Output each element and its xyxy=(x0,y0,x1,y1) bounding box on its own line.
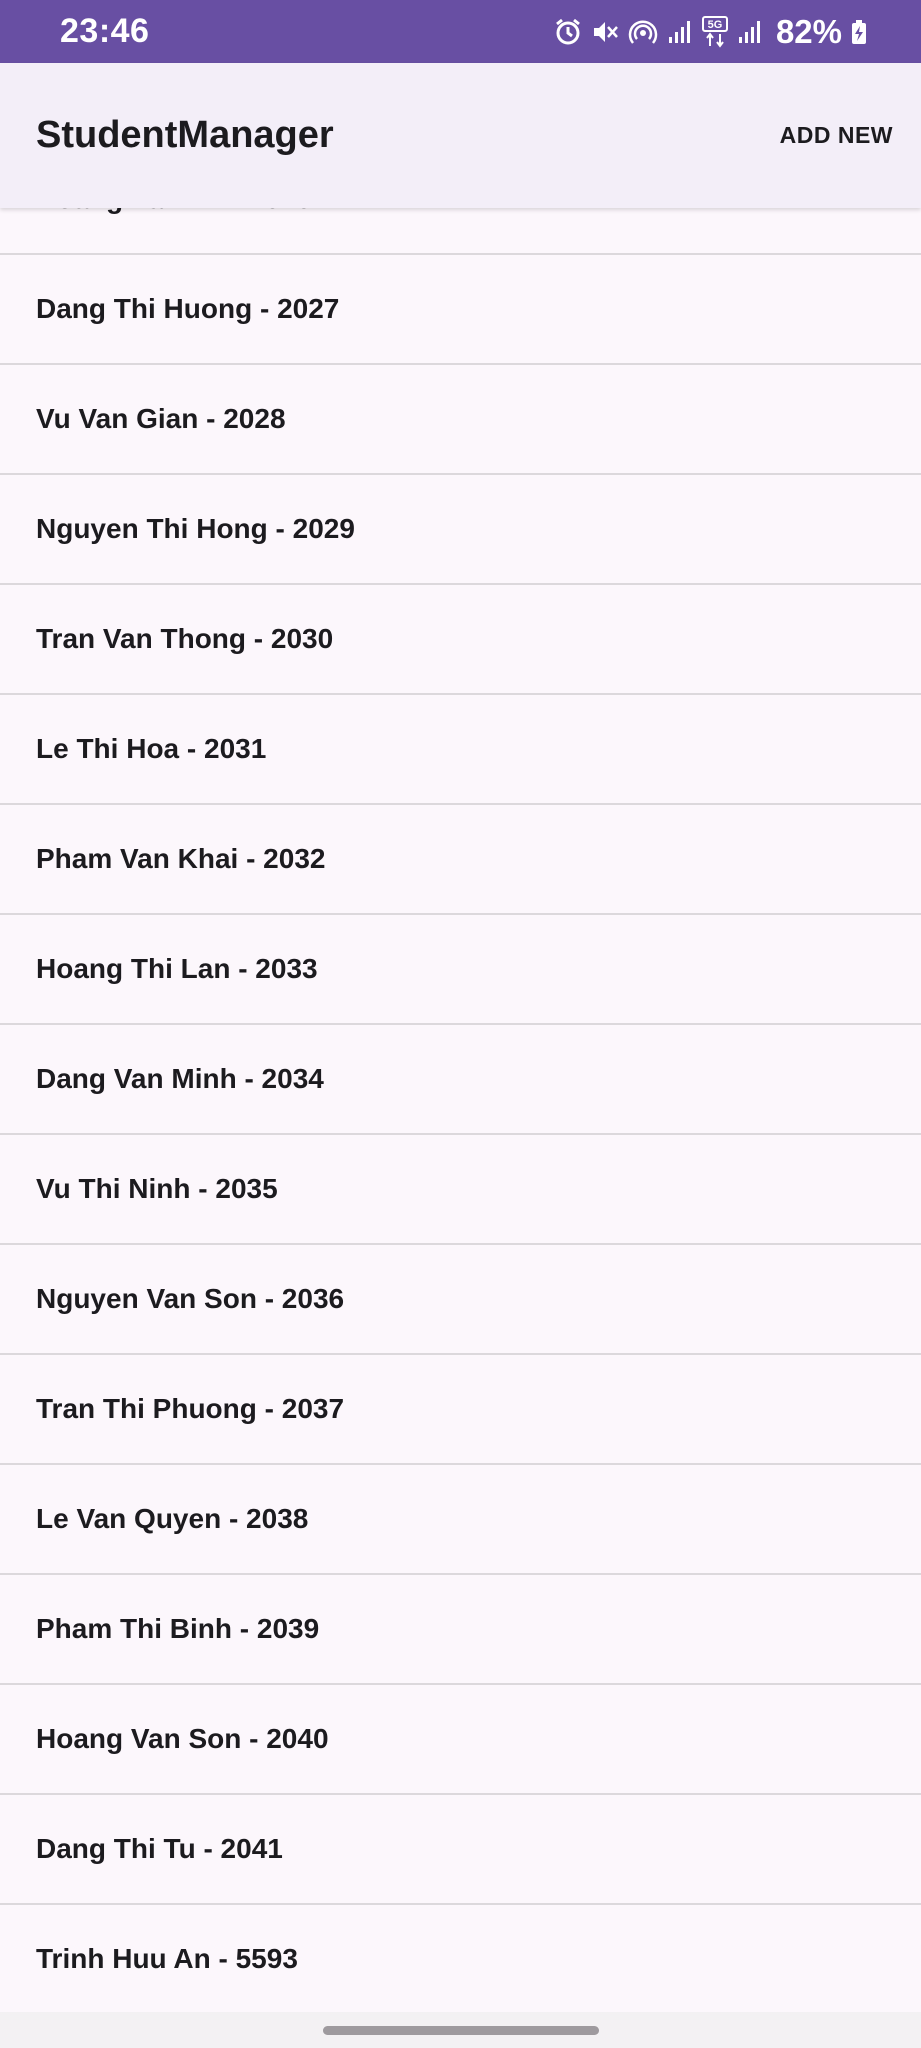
status-time: 23:46 xyxy=(60,12,150,50)
svg-text:5G: 5G xyxy=(708,19,723,31)
student-list-item[interactable]: Trinh Huu An - 5593 xyxy=(0,1905,921,2015)
student-name-label: Pham Van Khai - 2032 xyxy=(36,843,326,874)
student-name-label: Nguyen Thi Hong - 2029 xyxy=(36,513,355,544)
student-name-label: Hoang Van Son - 2040 xyxy=(36,1723,329,1754)
student-name-label: Vu Van Gian - 2028 xyxy=(36,403,286,434)
add-new-button[interactable]: ADD NEW xyxy=(780,122,893,149)
student-name-label: Pham Thi Binh - 2039 xyxy=(36,1613,320,1644)
student-name-label: Hoang Thi Lan - 2033 xyxy=(36,953,318,984)
student-list-item[interactable]: Pham Thi Binh - 2039 xyxy=(0,1575,921,1685)
student-list-item[interactable]: Vu Van Gian - 2028 xyxy=(0,365,921,475)
alarm-icon xyxy=(554,18,582,46)
battery-percent: 82% xyxy=(775,12,842,50)
gesture-handle[interactable] xyxy=(322,2025,599,2035)
student-name-label: Dang Thi Tu - 2041 xyxy=(36,1833,283,1864)
student-list-item[interactable]: Tran Thi Phuong - 2037 xyxy=(0,1355,921,1465)
student-name-label: Tran Van Thong - 2030 xyxy=(36,623,334,654)
student-list-item[interactable]: Nguyen Thi Hong - 2029 xyxy=(0,475,921,585)
student-name-label: Nguyen Van Son - 2036 xyxy=(36,1283,345,1314)
student-list-item[interactable]: Dang Van Minh - 2034 xyxy=(0,1025,921,1135)
student-list-item[interactable]: Dang Thi Tu - 2041 xyxy=(0,1795,921,1905)
signal-icon xyxy=(667,19,693,45)
student-list[interactable]: Hoang Van En - 2026Dang Thi Huong - 2027… xyxy=(0,145,921,2015)
student-list-item[interactable]: Pham Van Khai - 2032 xyxy=(0,805,921,915)
student-name-label: Le Thi Hoa - 2031 xyxy=(36,733,267,764)
status-bar: 23:46 5G 82% xyxy=(0,0,921,63)
student-name-label: Vu Thi Ninh - 2035 xyxy=(36,1173,278,1204)
app-title: StudentManager xyxy=(36,114,334,156)
student-name-label: Dang Thi Huong - 2027 xyxy=(36,293,340,324)
app-bar: StudentManager ADD NEW xyxy=(0,63,921,208)
student-name-label: Le Van Quyen - 2038 xyxy=(36,1503,309,1534)
signal-icon xyxy=(737,19,763,45)
status-icons: 5G 82% xyxy=(554,13,867,51)
student-list-item[interactable]: Nguyen Van Son - 2036 xyxy=(0,1245,921,1355)
student-list-item[interactable]: Le Thi Hoa - 2031 xyxy=(0,695,921,805)
mute-icon xyxy=(591,18,619,46)
navigation-bar xyxy=(0,2012,921,2048)
battery-charging-icon xyxy=(851,19,867,45)
student-list-item[interactable]: Dang Thi Huong - 2027 xyxy=(0,255,921,365)
hotspot-icon xyxy=(628,18,658,46)
student-list-item[interactable]: Hoang Thi Lan - 2033 xyxy=(0,915,921,1025)
student-list-item[interactable]: Le Van Quyen - 2038 xyxy=(0,1465,921,1575)
student-list-item[interactable]: Hoang Van Son - 2040 xyxy=(0,1685,921,1795)
screen: 23:46 5G 82% StudentManager ADD NEW Dang… xyxy=(0,0,921,2048)
student-name-label: Trinh Huu An - 5593 xyxy=(36,1943,298,1974)
5g-icon: 5G xyxy=(701,15,728,48)
student-name-label: Tran Thi Phuong - 2037 xyxy=(36,1393,345,1424)
student-list-item[interactable]: Tran Van Thong - 2030 xyxy=(0,585,921,695)
student-name-label: Dang Van Minh - 2034 xyxy=(36,1063,324,1094)
student-list-item[interactable]: Vu Thi Ninh - 2035 xyxy=(0,1135,921,1245)
